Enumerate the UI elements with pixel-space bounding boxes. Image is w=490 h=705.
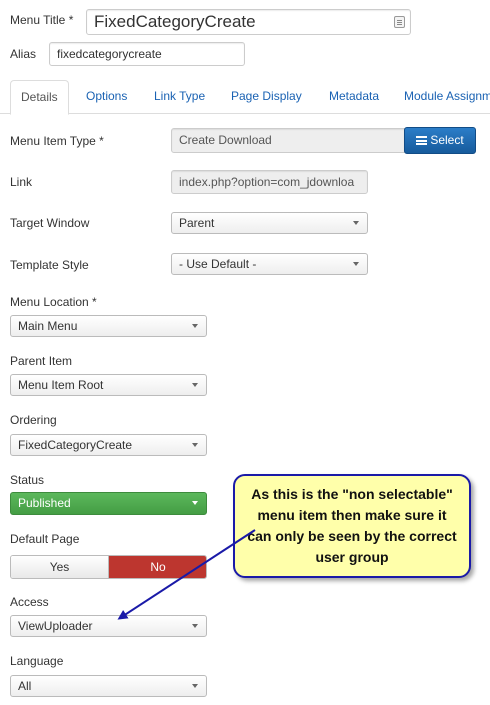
default-page-label: Default Page [10,532,80,546]
chevron-down-icon [192,443,198,447]
select-button-label: Select [430,133,464,147]
default-page-no-button[interactable]: No [109,556,206,578]
template-style-label: Template Style [10,258,89,272]
menu-location-value: Main Menu [18,319,78,333]
chevron-down-icon [192,684,198,688]
tab-options[interactable]: Options [86,80,127,114]
template-style-value: - Use Default - [179,257,257,271]
language-keyboard-icon[interactable] [394,16,405,28]
status-label: Status [10,473,45,487]
menu-title-input[interactable]: FixedCategoryCreate [86,9,411,35]
language-label: Language [10,654,64,668]
parent-item-value: Menu Item Root [18,378,104,392]
chevron-down-icon [353,221,359,225]
access-select[interactable]: ViewUploader [10,615,207,637]
tab-page-display[interactable]: Page Display [231,80,302,114]
access-label: Access [10,595,49,609]
tab-link-type[interactable]: Link Type [154,80,205,114]
chevron-down-icon [353,262,359,266]
parent-item-select[interactable]: Menu Item Root [10,374,207,396]
target-window-label: Target Window [10,216,90,230]
ordering-label: Ordering [10,413,57,427]
menu-title-value: FixedCategoryCreate [94,12,256,31]
status-select[interactable]: Published [10,492,207,515]
status-value: Published [18,496,71,510]
tab-details[interactable]: Details [10,80,69,115]
ordering-value: FixedCategoryCreate [18,438,133,452]
template-style-select[interactable]: - Use Default - [171,253,368,275]
link-field: index.php?option=com_jdownloa [171,170,368,194]
menu-title-label: Menu Title * [10,13,74,27]
target-window-select[interactable]: Parent [171,212,368,234]
parent-item-label: Parent Item [10,354,73,368]
link-value: index.php?option=com_jdownloa [179,175,355,189]
default-page-toggle: Yes No [10,555,207,579]
tab-bar: Details Options Link Type Page Display M… [0,80,490,115]
menu-item-type-value: Create Download [179,133,272,147]
tab-metadata[interactable]: Metadata [329,80,379,114]
chevron-down-icon [192,624,198,628]
alias-input[interactable]: fixedcategorycreate [49,42,245,66]
alias-value: fixedcategorycreate [57,47,162,61]
alias-label: Alias [10,47,37,61]
language-select[interactable]: All [10,675,207,697]
chevron-down-icon [192,501,198,505]
list-icon [416,136,428,145]
menu-item-type-field: Create Download [171,128,405,153]
callout-text: As this is the "non selectable" menu ite… [247,486,457,565]
menu-item-type-label: Menu Item Type * [10,134,104,148]
chevron-down-icon [192,324,198,328]
select-menu-item-type-button[interactable]: Select [404,127,476,154]
chevron-down-icon [192,383,198,387]
access-value: ViewUploader [18,619,93,633]
tab-module-assignment[interactable]: Module Assignm [404,80,490,114]
ordering-select[interactable]: FixedCategoryCreate [10,434,207,456]
menu-location-select[interactable]: Main Menu [10,315,207,337]
menu-location-label: Menu Location * [10,295,97,309]
target-window-value: Parent [179,216,215,230]
default-page-yes-button[interactable]: Yes [11,556,109,578]
language-value: All [18,679,32,693]
link-label: Link [10,175,33,189]
annotation-callout: As this is the "non selectable" menu ite… [233,474,471,578]
